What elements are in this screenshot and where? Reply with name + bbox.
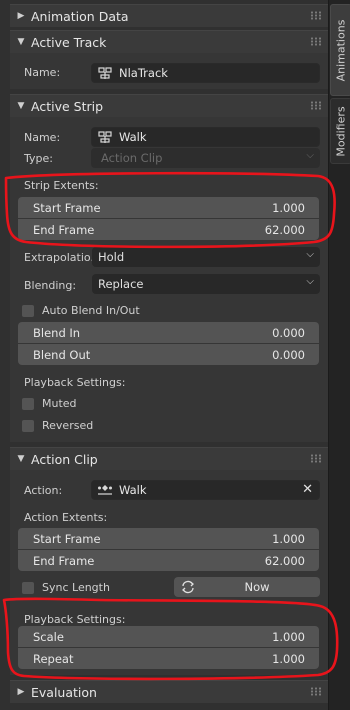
nla-track-icon: [97, 66, 113, 80]
tab-label: Animations: [334, 19, 348, 81]
action-icon: [97, 483, 113, 497]
panel-body-active-track: Name: NlaTrack: [10, 53, 328, 89]
action-playback-label: Playback Settings:: [24, 613, 126, 626]
panel-header-animation-data[interactable]: ▶ Animation Data: [10, 4, 328, 27]
sync-length-checkbox[interactable]: [22, 582, 34, 594]
reversed-checkbox[interactable]: [22, 420, 34, 432]
drag-grip-icon[interactable]: [310, 454, 322, 463]
field-value: 1.000: [272, 651, 305, 666]
blend-in-field[interactable]: Blend In 0.000: [18, 322, 319, 343]
panel-title: Active Strip: [31, 98, 104, 114]
track-name-field[interactable]: NlaTrack: [91, 63, 320, 83]
track-name-label: Name:: [24, 66, 61, 79]
strip-type-dropdown: Action Clip ⌵: [91, 148, 320, 168]
field-label: End Frame: [33, 553, 95, 568]
muted-label[interactable]: Muted: [42, 397, 77, 410]
field-value: 1.000: [272, 531, 305, 546]
tab-animations[interactable]: Animations: [330, 4, 350, 96]
track-name-value: NlaTrack: [119, 66, 168, 80]
expanded-triangle-icon: ▼: [17, 454, 25, 464]
field-value: 62.000: [264, 553, 305, 568]
properties-panel-area: ▶ Animation Data ▼ Active Track Name: Nl…: [0, 0, 328, 710]
panel-header-active-strip[interactable]: ▼ Active Strip: [10, 94, 328, 117]
reversed-label[interactable]: Reversed: [42, 419, 93, 432]
blend-out-field[interactable]: Blend Out 0.000: [18, 344, 319, 365]
field-label: Start Frame: [33, 531, 101, 546]
strip-name-field[interactable]: Walk: [91, 127, 320, 147]
blending-label: Blending:: [24, 279, 77, 292]
extrapolation-dropdown[interactable]: Hold ⌵: [92, 247, 320, 267]
clear-x-icon[interactable]: ✕: [302, 482, 313, 497]
panel-title: Active Track: [31, 34, 107, 50]
auto-blend-checkbox[interactable]: [22, 305, 34, 317]
chevron-down-icon: ⌵: [306, 276, 314, 287]
field-value: 0.000: [272, 325, 305, 340]
sync-length-label[interactable]: Sync Length: [42, 581, 110, 594]
collapsed-triangle-icon: ▶: [17, 11, 25, 21]
panel-title: Action Clip: [31, 451, 98, 467]
drag-grip-icon[interactable]: [310, 11, 322, 20]
drag-grip-icon[interactable]: [310, 101, 322, 110]
field-label: Repeat: [33, 651, 74, 666]
scale-field[interactable]: Scale 1.000: [18, 626, 319, 647]
expanded-triangle-icon: ▼: [17, 37, 25, 47]
strip-name-label: Name:: [24, 131, 61, 144]
field-label: Blend Out: [33, 347, 91, 362]
field-value: 62.000: [264, 222, 305, 237]
strip-end-frame-field[interactable]: End Frame 62.000: [18, 219, 319, 240]
blending-dropdown[interactable]: Replace ⌵: [92, 274, 320, 294]
panel-title: Animation Data: [31, 8, 129, 24]
action-start-frame-field[interactable]: Start Frame 1.000: [18, 528, 319, 549]
refresh-icon: [176, 577, 200, 597]
field-label: Blend In: [33, 325, 81, 340]
action-label: Action:: [24, 484, 63, 497]
field-value: 1.000: [272, 629, 305, 644]
field-label: Start Frame: [33, 200, 101, 215]
extrapolation-label: Extrapolatio...: [24, 251, 101, 264]
drag-grip-icon[interactable]: [310, 37, 322, 46]
panel-body-action-clip: Action: Walk ✕ Action Extents: Start Fra…: [10, 470, 328, 675]
panel-body-active-strip: Name: Walk Type: Action Clip ⌵ Strip Ext…: [10, 117, 328, 442]
field-value: 1.000: [272, 200, 305, 215]
action-value: Walk: [119, 483, 147, 497]
field-value: 0.000: [272, 347, 305, 362]
strip-extents-label: Strip Extents:: [24, 179, 99, 192]
collapsed-triangle-icon: ▶: [17, 687, 25, 697]
tab-label: Modifiers: [334, 105, 348, 157]
action-field[interactable]: Walk ✕: [91, 480, 320, 500]
drag-grip-icon[interactable]: [310, 687, 322, 696]
panel-header-action-clip[interactable]: ▼ Action Clip: [10, 447, 328, 470]
nla-strip-icon: [97, 130, 113, 144]
sidebar-tab-bar: Animations Modifiers: [328, 0, 350, 710]
blending-value: Replace: [98, 277, 144, 291]
tab-modifiers[interactable]: Modifiers: [330, 98, 350, 164]
expanded-triangle-icon: ▼: [17, 101, 25, 111]
chevron-down-icon: ⌵: [306, 249, 314, 260]
strip-start-frame-field[interactable]: Start Frame 1.000: [18, 197, 319, 218]
now-label: Now: [244, 580, 270, 594]
panel-header-evaluation[interactable]: ▶ Evaluation: [10, 680, 328, 703]
repeat-field[interactable]: Repeat 1.000: [18, 648, 319, 669]
muted-checkbox[interactable]: [22, 398, 34, 410]
field-label: Scale: [33, 629, 64, 644]
strip-type-label: Type:: [24, 152, 53, 165]
strip-type-value: Action Clip: [101, 151, 163, 165]
auto-blend-label[interactable]: Auto Blend In/Out: [42, 304, 140, 317]
field-label: End Frame: [33, 222, 95, 237]
strip-name-value: Walk: [119, 130, 147, 144]
action-end-frame-field[interactable]: End Frame 62.000: [18, 550, 319, 571]
panel-title: Evaluation: [31, 684, 97, 700]
action-extents-label: Action Extents:: [24, 511, 108, 524]
strip-playback-label: Playback Settings:: [24, 376, 126, 389]
panel-header-active-track[interactable]: ▼ Active Track: [10, 30, 328, 53]
sync-now-button[interactable]: Now: [174, 577, 320, 597]
chevron-down-icon: ⌵: [306, 150, 314, 161]
extrapolation-value: Hold: [98, 250, 125, 264]
